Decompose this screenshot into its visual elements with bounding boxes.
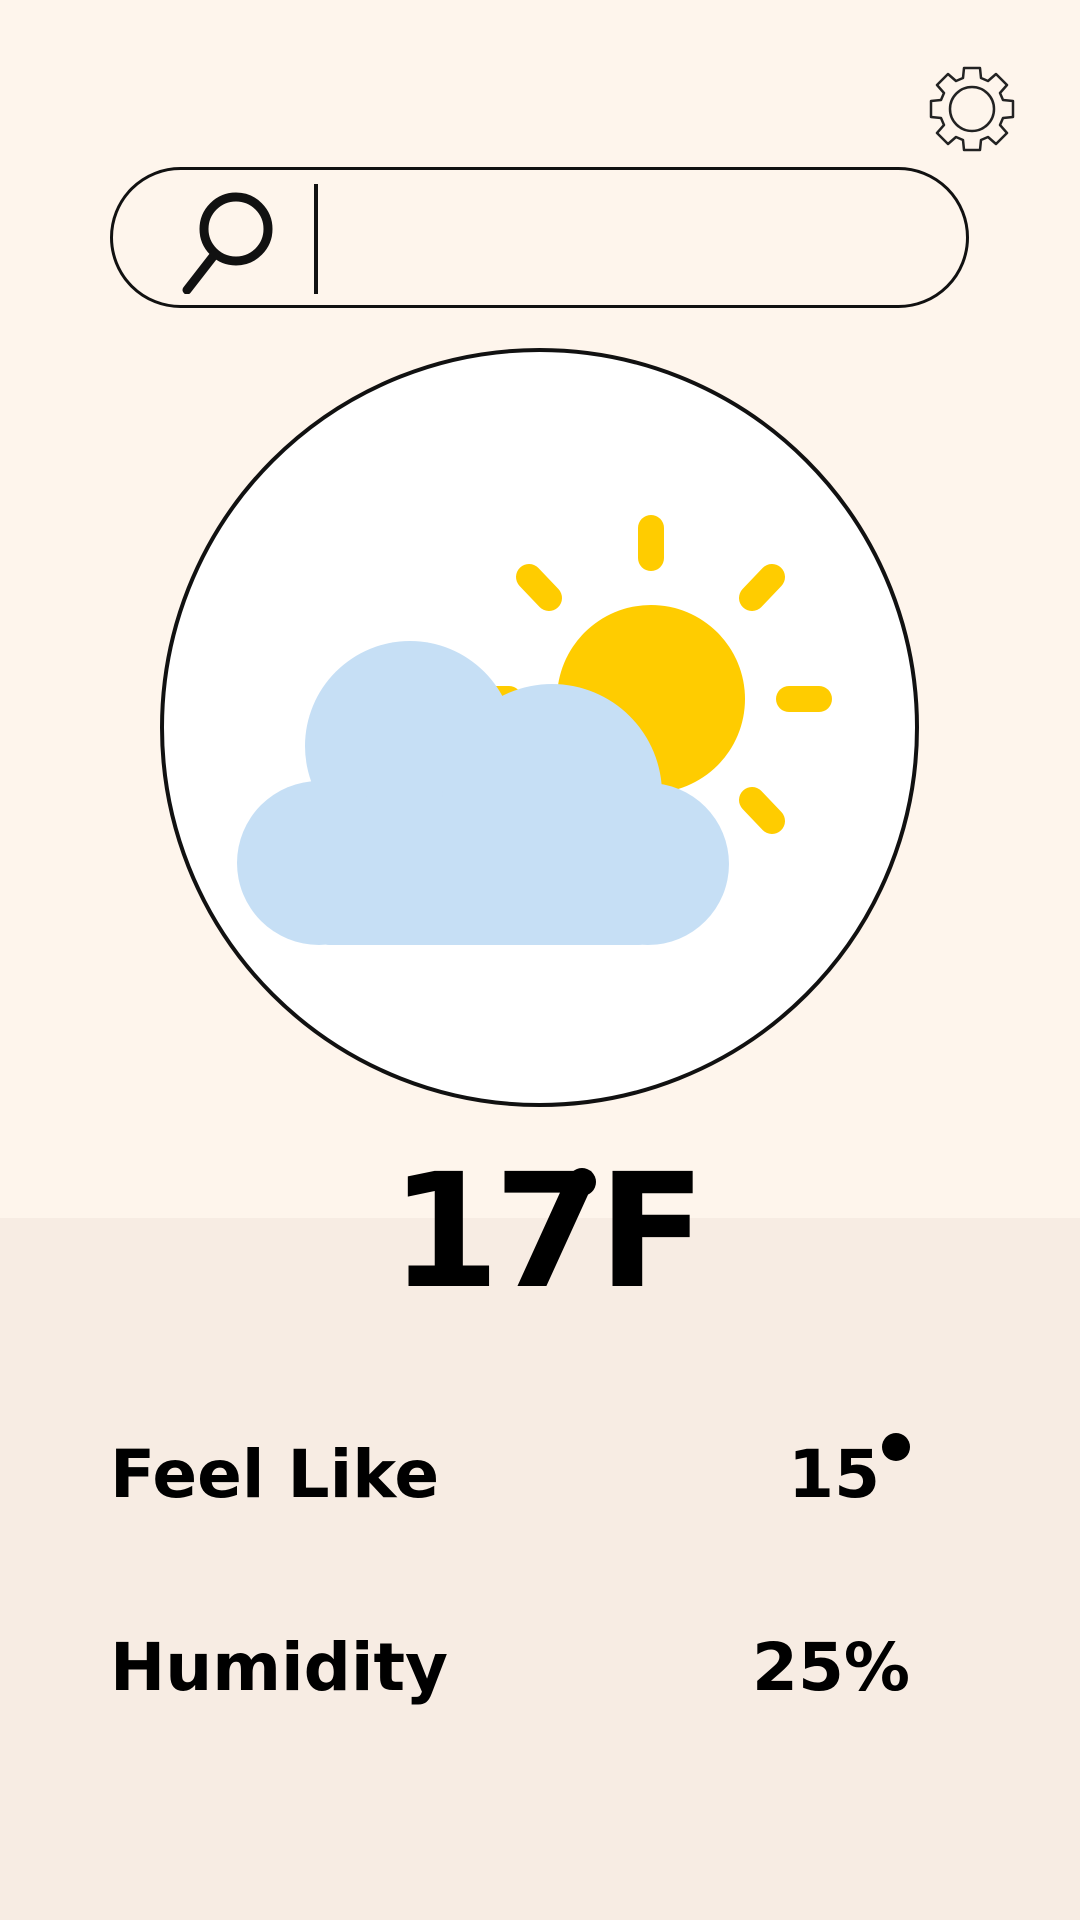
temperature-unit: F [598, 1140, 706, 1324]
degree-symbol [568, 1168, 596, 1196]
temperature-value: 17 [390, 1140, 604, 1324]
feels-like-value-group: 15 [710, 1430, 910, 1520]
search-bar[interactable] [110, 167, 969, 308]
search-icon [182, 192, 273, 294]
feels-like-row: Feel Like 15 [110, 1430, 910, 1520]
weather-icon-circle [160, 348, 919, 1107]
feels-like-label: Feel Like [110, 1436, 440, 1513]
gear-icon [929, 66, 1015, 152]
feels-like-value: 15 [788, 1436, 880, 1513]
degree-symbol [882, 1433, 910, 1461]
humidity-label: Humidity [110, 1629, 449, 1706]
humidity-row: Humidity 25% [110, 1623, 910, 1713]
humidity-value: 25% [752, 1629, 910, 1706]
search-input[interactable] [303, 180, 937, 297]
current-temperature: 17 F [380, 1152, 706, 1320]
partly-cloudy-icon [237, 515, 832, 945]
settings-button[interactable] [918, 58, 1026, 158]
